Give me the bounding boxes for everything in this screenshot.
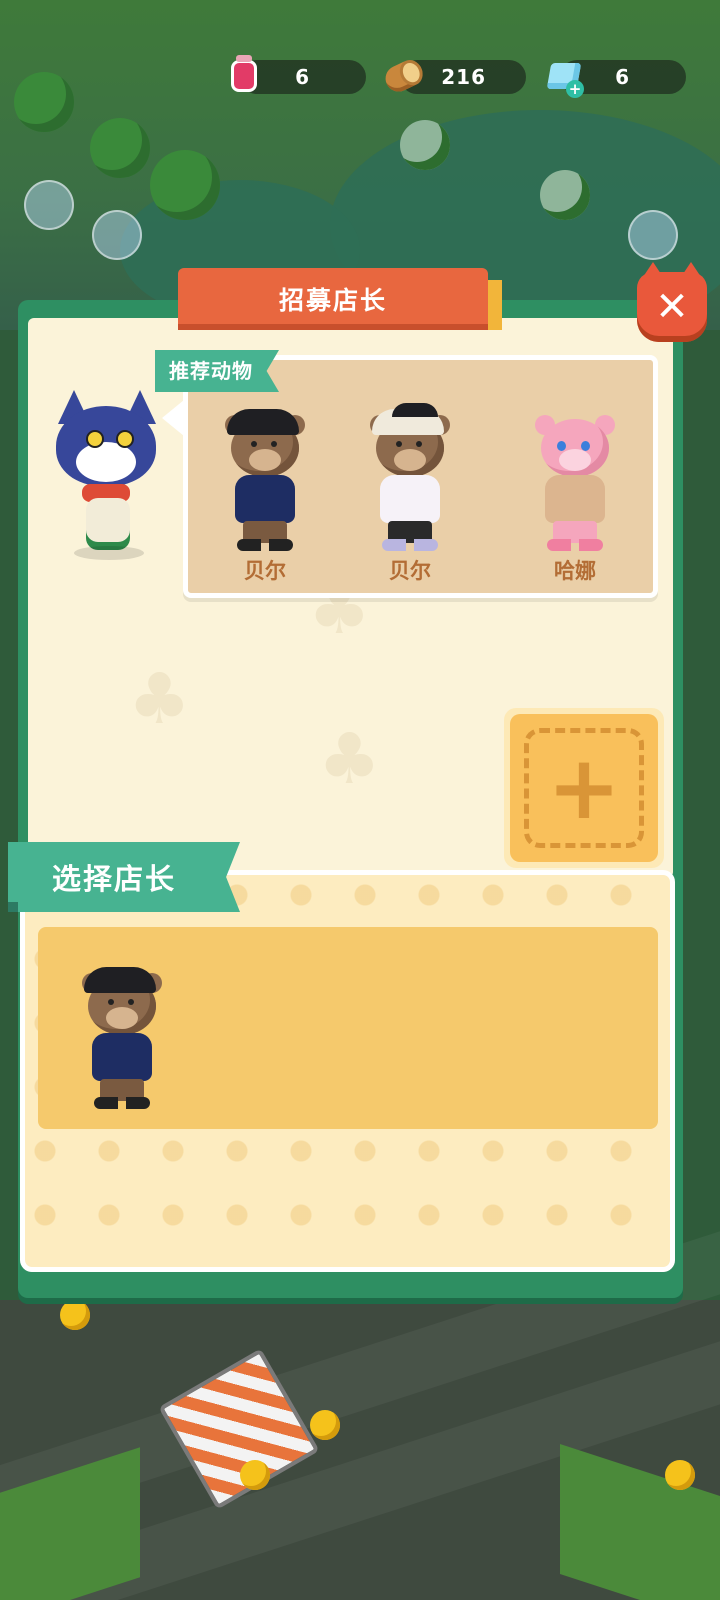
panel-pointer [138,1248,166,1264]
dialog-title: 招募店长 [278,286,387,315]
resource-potion[interactable]: 6 [231,55,366,94]
duck-icon [310,1410,340,1440]
speech-bubble-tail [162,400,184,436]
resource-bar: 6 216 + 6 [0,55,720,98]
cat-host-character [46,390,176,570]
resource-wood[interactable]: 216 [381,56,526,96]
tree [540,170,590,220]
resource-value: 216 [441,65,486,89]
animal-name: 哈娜 [554,559,596,583]
resource-gem[interactable]: + 6 [546,60,686,98]
animal-name: 贝尔 [389,559,431,583]
add-manager-slot[interactable]: + [504,708,664,868]
recommended-tag: 推荐动物 [155,350,279,392]
recommended-animal-card[interactable]: 贝尔 [350,395,470,590]
bear-character [82,963,162,1113]
wood-log-icon [381,54,427,98]
pink-bear-character [535,405,615,555]
bear-character [370,403,450,555]
recommended-animal-card[interactable]: 哈娜 [515,395,635,590]
recommended-animal-card[interactable]: 贝尔 [205,395,325,590]
duck-icon [665,1460,695,1490]
duck-icon [240,1460,270,1490]
tree [90,118,150,178]
resource-value: 6 [295,65,310,89]
clover-decoration: ♣ [128,658,191,740]
bubble-icon[interactable] [92,210,142,260]
resource-value: 6 [615,65,630,89]
potion-jar-icon [222,54,266,98]
clover-decoration: ♣ [318,718,381,800]
select-manager-tag: 选择店长 [8,842,240,912]
plus-icon[interactable]: + [566,80,584,98]
bubble-icon[interactable] [24,180,74,230]
bubble-icon[interactable] [628,210,678,260]
close-button[interactable]: ✕ [637,262,707,342]
dialog-title-ribbon: 招募店长 [178,268,502,330]
close-icon: ✕ [655,284,689,330]
gem-icon: + [542,54,586,98]
tree [150,150,220,220]
bear-character [225,405,305,555]
duck-icon [60,1300,90,1330]
animal-name: 贝尔 [244,559,286,583]
tree [400,120,450,170]
candidate-card[interactable] [58,955,188,1125]
